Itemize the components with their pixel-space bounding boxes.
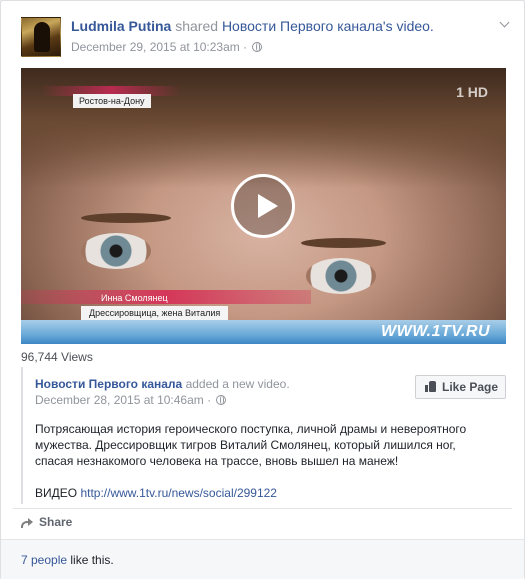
post-header: Ludmila Putina shared Новости Первого ка… (13, 13, 512, 57)
like-page-button[interactable]: Like Page (415, 375, 506, 399)
view-count: 96,744 Views (21, 350, 93, 364)
person-role-caption: Дрессировщица, жена Виталия (81, 306, 229, 320)
shared-text: shared (171, 18, 222, 34)
share-arrow-icon (21, 517, 33, 528)
shared-post-link-line: ВИДЕО http://www.1tv.ru/news/social/2991… (35, 485, 495, 501)
video-frame-brow-left (81, 213, 171, 223)
video-frame-eye-left (81, 233, 151, 269)
shared-post-title: Новости Первого канала added a new video… (35, 377, 290, 391)
video-url-link[interactable]: http://www.1tv.ru/news/social/299122 (80, 486, 277, 500)
timestamp-link[interactable]: December 29, 2015 at 10:23am (71, 40, 240, 54)
globe-icon (252, 42, 263, 52)
link-prefix: ВИДЕО (35, 486, 81, 500)
shared-post-body: Потрясающая история героического поступк… (35, 421, 495, 501)
avatar[interactable] (21, 17, 61, 57)
play-icon[interactable] (231, 174, 295, 238)
post-meta: December 29, 2015 at 10:23am · (71, 40, 263, 54)
shared-timestamp-link[interactable]: December 28, 2015 at 10:46am (35, 393, 204, 407)
location-caption: Ростов-на-Дону (73, 94, 151, 108)
like-page-label: Like Page (442, 380, 499, 394)
channel-logo: 1 HD (456, 84, 488, 100)
share-button[interactable]: Share (21, 515, 72, 529)
likes-suffix: like this. (67, 553, 114, 567)
share-label: Share (39, 515, 73, 529)
shared-suffix-link[interactable]: 's video. (383, 18, 434, 34)
shared-action-text: added a new video. (182, 377, 290, 391)
likes-footer: 7 people like this. (1, 539, 524, 579)
thumbs-up-icon (425, 381, 436, 392)
video-frame-eye-right (306, 258, 376, 294)
post-title: Ludmila Putina shared Новости Первого ка… (71, 18, 434, 34)
globe-icon (216, 395, 227, 405)
post-card: Ludmila Putina shared Новости Первого ка… (0, 0, 525, 579)
divider (13, 508, 512, 509)
page-name-link[interactable]: Новости Первого канала (35, 377, 182, 391)
shared-owner-link[interactable]: Новости Первого канала (222, 18, 383, 34)
author-link[interactable]: Ludmila Putina (71, 18, 171, 34)
shared-post: Новости Первого канала added a new video… (21, 367, 506, 504)
likes-people-link[interactable]: 7 people (21, 553, 67, 567)
person-name-caption: Инна Смолянец (101, 293, 168, 303)
watermark: WWW.1TV.RU (381, 323, 490, 340)
video-player[interactable]: Ростов-на-Дону 1 HD Инна Смолянец Дресси… (21, 68, 506, 344)
video-frame-brow-right (301, 238, 386, 248)
shared-post-text: Потрясающая история героического поступк… (35, 422, 467, 468)
likes-summary: 7 people like this. (21, 553, 114, 567)
shared-post-meta: December 28, 2015 at 10:46am · (35, 393, 227, 407)
chevron-down-icon[interactable] (500, 19, 510, 29)
